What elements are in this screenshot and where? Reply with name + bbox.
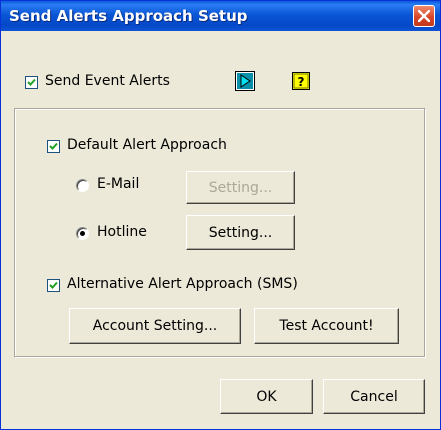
title-bar[interactable]: Send Alerts Approach Setup — [1, 1, 440, 31]
account-setting-button[interactable]: Account Setting... — [69, 308, 241, 344]
hotline-radio[interactable] — [76, 227, 89, 240]
close-x-icon — [418, 10, 430, 22]
help-question-icon: ? — [292, 72, 310, 90]
checkmark-icon — [49, 281, 58, 289]
send-event-alerts-checkbox[interactable] — [25, 76, 38, 89]
close-button[interactable] — [413, 5, 435, 27]
test-account-button[interactable]: Test Account! — [254, 308, 399, 344]
help-button[interactable]: ? — [291, 71, 311, 91]
email-setting-button[interactable]: Setting... — [186, 171, 295, 204]
play-button[interactable] — [235, 71, 255, 91]
hotline-setting-button[interactable]: Setting... — [186, 215, 295, 250]
send-event-alerts-label[interactable]: Send Event Alerts — [45, 73, 170, 89]
radio-selected-dot — [80, 231, 85, 236]
window-title: Send Alerts Approach Setup — [9, 7, 248, 25]
ok-button[interactable]: OK — [220, 379, 313, 414]
play-arrow-icon — [235, 71, 255, 91]
hotline-label[interactable]: Hotline — [97, 224, 147, 240]
cancel-button[interactable]: Cancel — [323, 379, 425, 414]
svg-text:?: ? — [298, 75, 305, 89]
alternative-alert-label[interactable]: Alternative Alert Approach (SMS) — [67, 276, 298, 292]
default-alert-label[interactable]: Default Alert Approach — [67, 137, 227, 153]
alternative-alert-checkbox[interactable] — [47, 279, 60, 292]
dialog-window: Send Alerts Approach Setup Send Event Al… — [0, 0, 441, 430]
email-radio[interactable] — [76, 179, 89, 192]
checkmark-icon — [27, 78, 36, 86]
email-label[interactable]: E-Mail — [97, 176, 139, 192]
checkmark-icon — [49, 142, 58, 150]
default-alert-checkbox[interactable] — [47, 140, 60, 153]
